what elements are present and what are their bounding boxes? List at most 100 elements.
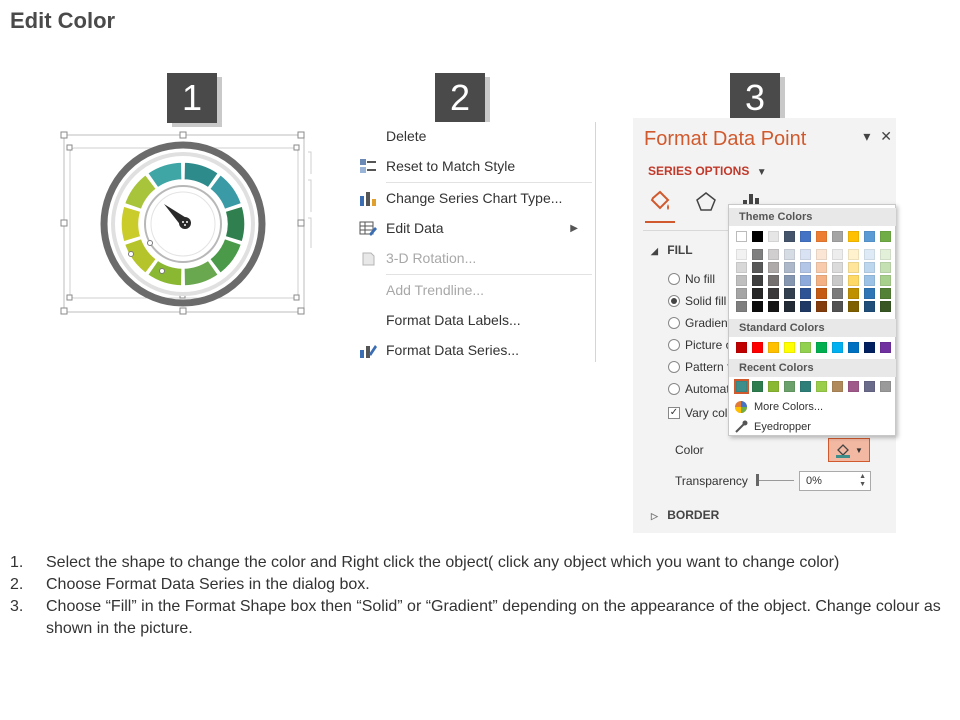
theme-shade-swatch[interactable] <box>784 249 795 260</box>
radio-no-fill[interactable]: No fill <box>668 272 715 286</box>
theme-shade-swatch[interactable] <box>752 288 763 299</box>
radio-solid-fill[interactable]: Solid fill <box>668 294 726 308</box>
transparency-slider[interactable] <box>758 480 794 481</box>
menu-item-delete[interactable]: Delete <box>350 122 590 150</box>
theme-shade-swatch[interactable] <box>832 262 843 273</box>
theme-shade-swatch[interactable] <box>864 301 875 312</box>
recent-color-swatch[interactable] <box>864 381 875 392</box>
theme-shade-swatch[interactable] <box>816 262 827 273</box>
theme-shade-swatch[interactable] <box>848 301 859 312</box>
recent-color-swatch[interactable] <box>832 381 843 392</box>
theme-shade-swatch[interactable] <box>848 288 859 299</box>
theme-color-swatch[interactable] <box>832 231 843 242</box>
theme-shade-swatch[interactable] <box>816 288 827 299</box>
recent-color-swatch[interactable] <box>800 381 811 392</box>
slider-handle[interactable] <box>756 474 759 486</box>
theme-shade-swatch[interactable] <box>848 249 859 260</box>
theme-shade-swatch[interactable] <box>784 262 795 273</box>
standard-color-swatch[interactable] <box>752 342 763 353</box>
theme-color-swatch[interactable] <box>768 231 779 242</box>
theme-shade-swatch[interactable] <box>784 288 795 299</box>
gauge-chart[interactable] <box>58 128 318 320</box>
theme-shade-swatch[interactable] <box>800 301 811 312</box>
fill-section-header[interactable]: ◢ FILL <box>651 243 693 257</box>
vary-colors-checkbox[interactable]: ✓ Vary colo <box>668 406 734 420</box>
spinner-icon[interactable]: ▲ ▼ <box>859 473 866 489</box>
theme-shade-swatch[interactable] <box>832 301 843 312</box>
theme-shade-swatch[interactable] <box>800 262 811 273</box>
theme-shade-swatch[interactable] <box>832 275 843 286</box>
recent-color-swatch[interactable] <box>734 379 749 394</box>
theme-shade-swatch[interactable] <box>736 249 747 260</box>
theme-shade-swatch[interactable] <box>832 288 843 299</box>
theme-shade-swatch[interactable] <box>768 275 779 286</box>
theme-shade-swatch[interactable] <box>864 262 875 273</box>
menu-item-format-data-series[interactable]: Format Data Series... <box>350 336 590 364</box>
theme-color-swatch[interactable] <box>864 231 875 242</box>
theme-shade-swatch[interactable] <box>864 249 875 260</box>
theme-shade-swatch[interactable] <box>880 262 891 273</box>
transparency-input[interactable]: 0% ▲ ▼ <box>799 471 871 491</box>
standard-color-swatch[interactable] <box>800 342 811 353</box>
theme-shade-swatch[interactable] <box>800 288 811 299</box>
theme-shade-swatch[interactable] <box>880 249 891 260</box>
more-colors-link[interactable]: More Colors... <box>733 400 823 414</box>
theme-shade-swatch[interactable] <box>752 275 763 286</box>
theme-color-swatch[interactable] <box>736 231 747 242</box>
standard-color-swatch[interactable] <box>864 342 875 353</box>
recent-color-swatch[interactable] <box>816 381 827 392</box>
gauge-segment[interactable] <box>224 205 246 243</box>
theme-shade-swatch[interactable] <box>800 275 811 286</box>
recent-color-swatch[interactable] <box>752 381 763 392</box>
fill-color-button[interactable]: ▼ <box>828 438 870 462</box>
theme-shade-swatch[interactable] <box>848 275 859 286</box>
effects-tab-icon[interactable] <box>694 190 718 219</box>
menu-item-add-trendline[interactable]: Add Trendline... <box>350 276 590 304</box>
standard-color-swatch[interactable] <box>816 342 827 353</box>
menu-item-reset-style[interactable]: Reset to Match Style <box>350 152 590 180</box>
theme-shade-swatch[interactable] <box>864 288 875 299</box>
theme-shade-swatch[interactable] <box>768 249 779 260</box>
theme-shade-swatch[interactable] <box>880 301 891 312</box>
menu-item-format-data-labels[interactable]: Format Data Labels... <box>350 306 590 334</box>
theme-shade-swatch[interactable] <box>816 275 827 286</box>
theme-shade-swatch[interactable] <box>800 249 811 260</box>
theme-shade-swatch[interactable] <box>832 249 843 260</box>
theme-color-swatch[interactable] <box>752 231 763 242</box>
radio-picture-fill[interactable]: Picture o <box>668 338 732 352</box>
close-icon[interactable]: ✕ <box>880 128 892 144</box>
theme-color-swatch[interactable] <box>784 231 795 242</box>
recent-color-swatch[interactable] <box>880 381 891 392</box>
theme-shade-swatch[interactable] <box>752 301 763 312</box>
theme-color-swatch[interactable] <box>816 231 827 242</box>
recent-color-swatch[interactable] <box>768 381 779 392</box>
standard-color-swatch[interactable] <box>832 342 843 353</box>
standard-color-swatch[interactable] <box>880 342 891 353</box>
menu-item-edit-data[interactable]: Edit Data ▶ <box>350 214 590 242</box>
theme-shade-swatch[interactable] <box>752 262 763 273</box>
standard-color-swatch[interactable] <box>768 342 779 353</box>
theme-shade-swatch[interactable] <box>784 275 795 286</box>
menu-item-3d-rotation[interactable]: 3-D Rotation... <box>350 244 590 272</box>
theme-shade-swatch[interactable] <box>736 275 747 286</box>
recent-color-swatch[interactable] <box>784 381 795 392</box>
theme-shade-swatch[interactable] <box>736 301 747 312</box>
theme-shade-swatch[interactable] <box>768 262 779 273</box>
theme-shade-swatch[interactable] <box>768 301 779 312</box>
menu-item-change-chart-type[interactable]: Change Series Chart Type... <box>350 184 590 212</box>
radio-pattern-fill[interactable]: Pattern f <box>668 360 730 374</box>
theme-shade-swatch[interactable] <box>880 288 891 299</box>
theme-shade-swatch[interactable] <box>736 288 747 299</box>
recent-color-swatch[interactable] <box>848 381 859 392</box>
theme-color-swatch[interactable] <box>880 231 891 242</box>
eyedropper-link[interactable]: Eyedropper <box>733 420 811 434</box>
radio-gradient-fill[interactable]: Gradient <box>668 316 731 330</box>
pane-menu-icon[interactable]: ▾ <box>863 128 870 144</box>
theme-shade-swatch[interactable] <box>880 275 891 286</box>
theme-shade-swatch[interactable] <box>768 288 779 299</box>
theme-shade-swatch[interactable] <box>752 249 763 260</box>
standard-color-swatch[interactable] <box>736 342 747 353</box>
theme-shade-swatch[interactable] <box>736 262 747 273</box>
standard-color-swatch[interactable] <box>848 342 859 353</box>
theme-shade-swatch[interactable] <box>848 262 859 273</box>
